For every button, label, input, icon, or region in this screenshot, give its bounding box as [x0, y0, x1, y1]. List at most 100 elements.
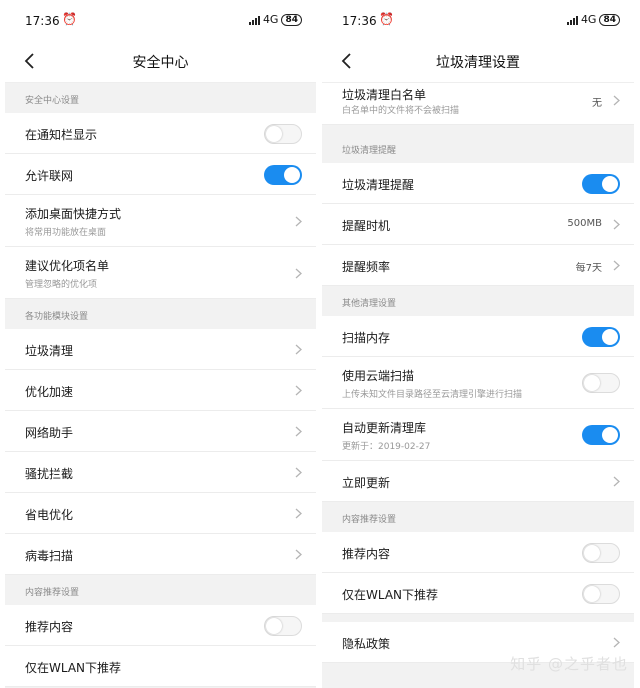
setting-row-network-assistant[interactable]: 网络助手	[5, 411, 316, 452]
chevron-right-icon	[295, 385, 302, 396]
network-type: 4G	[262, 13, 279, 26]
battery-icon: 84	[599, 13, 620, 26]
setting-value: 每7天	[575, 263, 602, 274]
status-indicators: 4G 84	[248, 13, 302, 26]
battery-icon: 84	[281, 13, 302, 26]
setting-label: 垃圾清理白名单	[342, 88, 427, 102]
wlan-only-toggle[interactable]	[582, 584, 620, 604]
setting-label: 自动更新清理库	[342, 421, 427, 435]
setting-label: 优化加速	[25, 385, 74, 399]
setting-label: 立即更新	[342, 476, 391, 490]
chevron-right-icon	[613, 637, 620, 648]
chevron-right-icon	[295, 216, 302, 227]
chevron-right-icon	[295, 426, 302, 437]
setting-label: 允许联网	[25, 169, 74, 183]
setting-row-whitelist[interactable]: 垃圾清理白名单 白名单中的文件将不会被扫描 无	[322, 83, 634, 125]
setting-row-scan-memory[interactable]: 扫描内存	[322, 316, 634, 357]
setting-description: 上传未知文件目录路径至云清理引擎进行扫描	[342, 390, 523, 400]
auto-update-toggle[interactable]	[582, 425, 620, 445]
chevron-right-icon	[613, 95, 620, 106]
setting-label: 使用云端扫描	[342, 369, 415, 383]
alarm-icon: ⏰	[62, 12, 77, 26]
setting-row-battery-saver[interactable]: 省电优化	[5, 493, 316, 534]
nav-bar: 垃圾清理设置	[322, 42, 634, 83]
setting-row-spam-block[interactable]: 骚扰拦截	[5, 452, 316, 493]
status-bar: 17:36 ⏰ 4G 84	[5, 0, 316, 42]
setting-label: 提醒频率	[342, 260, 391, 274]
cloud-scan-toggle[interactable]	[582, 373, 620, 393]
recommend-content-toggle[interactable]	[582, 543, 620, 563]
setting-row-cloud-scan[interactable]: 使用云端扫描 上传未知文件目录路径至云清理引擎进行扫描	[322, 357, 634, 409]
section-header: 内容推荐设置	[5, 575, 316, 605]
setting-label: 仅在WLAN下推荐	[25, 661, 122, 675]
setting-label: 仅在WLAN下推荐	[342, 588, 439, 602]
setting-label: 骚扰拦截	[25, 467, 74, 481]
status-time: 17:36	[25, 14, 60, 28]
chevron-right-icon	[295, 467, 302, 478]
setting-label: 隐私政策	[342, 637, 391, 651]
chevron-right-icon	[613, 476, 620, 487]
nav-bar: 安全中心	[5, 42, 316, 83]
chevron-right-icon	[295, 268, 302, 279]
setting-description: 白名单中的文件将不会被扫描	[342, 106, 460, 116]
chevron-right-icon	[613, 219, 620, 230]
setting-row-cleanup-reminder[interactable]: 垃圾清理提醒	[322, 163, 634, 204]
setting-row-allow-network[interactable]: 允许联网	[5, 154, 316, 195]
setting-label: 垃圾清理提醒	[342, 178, 415, 192]
setting-row-update-now[interactable]: 立即更新	[322, 461, 634, 502]
section-header: 其他清理设置	[322, 286, 634, 316]
network-type: 4G	[580, 13, 597, 26]
setting-row-recommend-content[interactable]: 推荐内容	[322, 532, 634, 573]
setting-row-speed-boost[interactable]: 优化加速	[5, 370, 316, 411]
status-time: 17:36	[342, 14, 377, 28]
allow-network-toggle[interactable]	[264, 165, 302, 185]
setting-row-optimization-list[interactable]: 建议优化项名单 管理忽略的优化项	[5, 247, 316, 299]
watermark: 知乎 @之乎者也	[510, 655, 628, 673]
section-gap	[322, 614, 634, 622]
chevron-right-icon	[613, 260, 620, 271]
setting-label: 省电优化	[25, 508, 74, 522]
setting-row-wlan-only[interactable]: 仅在WLAN下推荐	[5, 646, 316, 687]
page-title: 安全中心	[132, 55, 189, 71]
setting-value: 无	[592, 98, 602, 109]
signal-icon	[248, 15, 260, 25]
setting-label: 建议优化项名单	[25, 259, 110, 273]
right-screen: 17:36 ⏰ 4G 84 垃圾清理设置 垃圾清理白名单 白名单中的文件将不会被…	[322, 0, 634, 688]
setting-row-virus-scan[interactable]: 病毒扫描	[5, 534, 316, 575]
section-header: 安全中心设置	[5, 83, 316, 113]
setting-row-reminder-timing[interactable]: 提醒时机 500MB	[322, 204, 634, 245]
section-gap	[322, 125, 634, 133]
setting-row-junk-cleanup[interactable]: 垃圾清理	[5, 329, 316, 370]
setting-value: 500MB	[567, 218, 602, 229]
setting-label: 推荐内容	[25, 620, 74, 634]
setting-row-desktop-shortcut[interactable]: 添加桌面快捷方式 将常用功能放在桌面	[5, 195, 316, 247]
section-header: 各功能模块设置	[5, 299, 316, 329]
setting-label: 病毒扫描	[25, 549, 74, 563]
status-indicators: 4G 84	[566, 13, 620, 26]
cleanup-reminder-toggle[interactable]	[582, 174, 620, 194]
recommend-content-toggle[interactable]	[264, 616, 302, 636]
setting-description: 将常用功能放在桌面	[25, 228, 107, 238]
setting-label: 在通知栏显示	[25, 128, 98, 142]
setting-label: 扫描内存	[342, 331, 391, 345]
setting-row-auto-update[interactable]: 自动更新清理库 更新于：2019-02-27	[322, 409, 634, 461]
chevron-right-icon	[295, 344, 302, 355]
setting-description: 管理忽略的优化项	[25, 280, 98, 290]
scan-memory-toggle[interactable]	[582, 327, 620, 347]
section-header: 内容推荐设置	[322, 502, 634, 532]
chevron-right-icon	[295, 549, 302, 560]
notification-bar-toggle[interactable]	[264, 124, 302, 144]
setting-label: 添加桌面快捷方式	[25, 207, 122, 221]
chevron-right-icon	[295, 508, 302, 519]
setting-label: 推荐内容	[342, 547, 391, 561]
setting-label: 网络助手	[25, 426, 74, 440]
signal-icon	[566, 15, 578, 25]
setting-label: 提醒时机	[342, 219, 391, 233]
setting-row-notification-bar[interactable]: 在通知栏显示	[5, 113, 316, 154]
alarm-icon: ⏰	[379, 12, 394, 26]
setting-row-wlan-only[interactable]: 仅在WLAN下推荐	[322, 573, 634, 614]
page-title: 垃圾清理设置	[436, 55, 520, 71]
setting-row-recommend-content[interactable]: 推荐内容	[5, 605, 316, 646]
setting-row-reminder-frequency[interactable]: 提醒频率 每7天	[322, 245, 634, 286]
section-header: 垃圾清理提醒	[322, 133, 634, 163]
